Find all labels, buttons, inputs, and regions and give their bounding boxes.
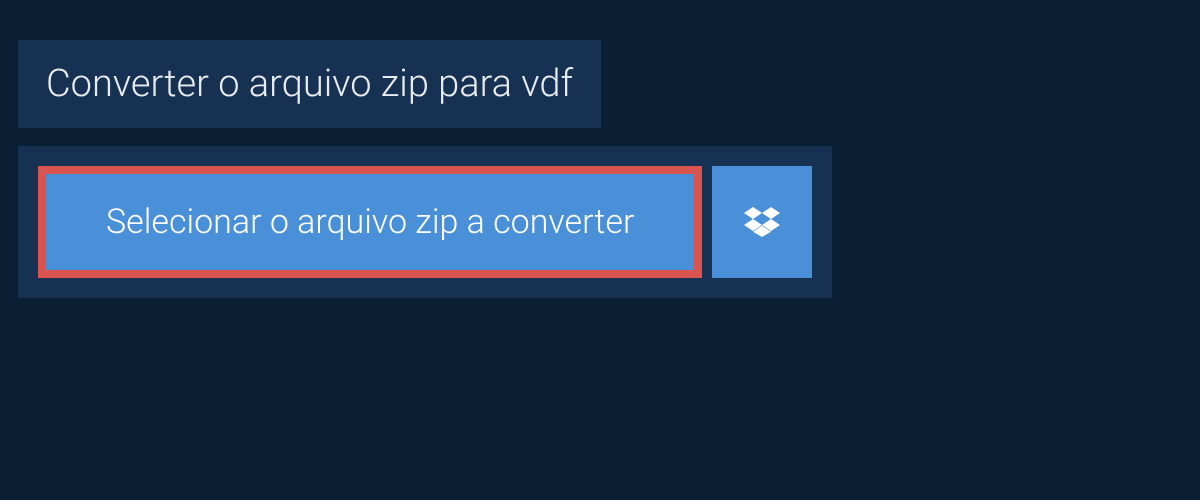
file-selection-panel: Selecionar o arquivo zip a converter: [18, 146, 832, 298]
page-header: Converter o arquivo zip para vdf: [18, 40, 601, 128]
select-file-label: Selecionar o arquivo zip a converter: [106, 202, 634, 242]
page-title: Converter o arquivo zip para vdf: [46, 62, 573, 106]
select-file-button[interactable]: Selecionar o arquivo zip a converter: [38, 166, 702, 278]
dropbox-button[interactable]: [712, 166, 812, 278]
dropbox-icon: [744, 204, 780, 240]
